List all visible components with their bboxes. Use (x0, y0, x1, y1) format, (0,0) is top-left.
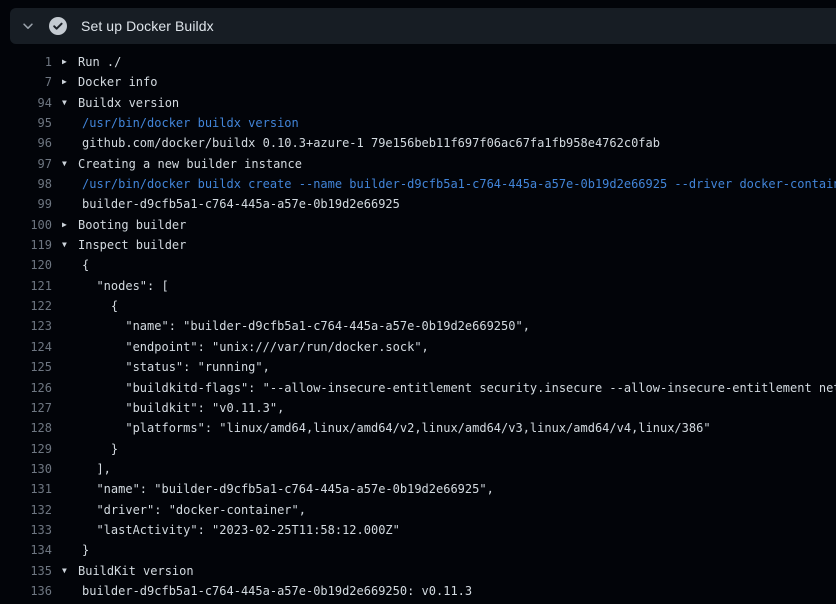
line-number[interactable]: 98 (0, 174, 52, 194)
triangle-down-icon: ▼ (62, 561, 74, 581)
command-text: /usr/bin/docker buildx create --name bui… (82, 174, 836, 194)
triangle-down-icon: ▼ (62, 235, 74, 255)
output-text: "endpoint": "unix:///var/run/docker.sock… (82, 337, 429, 357)
log-line: 127 "buildkit": "v0.11.3", (0, 398, 836, 418)
command-text: /usr/bin/docker buildx version (82, 113, 299, 133)
log-line: 126 "buildkitd-flags": "--allow-insecure… (0, 378, 836, 398)
line-number[interactable]: 7 (0, 72, 52, 92)
log-line: 120 { (0, 255, 836, 275)
log-line[interactable]: 7 ▶Docker info (0, 72, 836, 92)
line-number[interactable]: 100 (0, 215, 52, 235)
line-number[interactable]: 1 (0, 52, 52, 72)
log-line[interactable]: 100 ▶Booting builder (0, 215, 836, 235)
line-number[interactable]: 135 (0, 561, 52, 581)
output-text: builder-d9cfb5a1-c764-445a-a57e-0b19d2e6… (82, 194, 400, 214)
line-number[interactable]: 133 (0, 520, 52, 540)
output-text: { (82, 255, 89, 275)
line-number[interactable]: 97 (0, 154, 52, 174)
output-text: ], (82, 459, 111, 479)
log-line: 125 "status": "running", (0, 357, 836, 377)
triangle-down-icon: ▼ (62, 154, 74, 174)
line-number[interactable]: 119 (0, 235, 52, 255)
group-title: Run ./ (78, 52, 121, 72)
log-line: 134} (0, 540, 836, 560)
line-number[interactable]: 123 (0, 316, 52, 336)
log-line: 136 builder-d9cfb5a1-c764-445a-a57e-0b19d… (0, 581, 836, 601)
log-line: 121 "nodes": [ (0, 276, 836, 296)
log-line[interactable]: 135 ▼BuildKit version (0, 561, 836, 581)
log-line: 130 ], (0, 459, 836, 479)
log-line: 133 "lastActivity": "2023-02-25T11:58:12… (0, 520, 836, 540)
line-number[interactable]: 132 (0, 500, 52, 520)
triangle-down-icon: ▼ (62, 93, 74, 113)
line-number[interactable]: 124 (0, 337, 52, 357)
output-text: builder-d9cfb5a1-c764-445a-a57e-0b19d2e6… (82, 581, 472, 601)
output-text: "platforms": "linux/amd64,linux/amd64/v2… (82, 418, 711, 438)
group-title: BuildKit version (78, 561, 194, 581)
log-line: 99 builder-d9cfb5a1-c764-445a-a57e-0b19d2… (0, 194, 836, 214)
line-number[interactable]: 131 (0, 479, 52, 499)
chevron-down-icon[interactable] (20, 18, 36, 34)
triangle-right-icon: ▶ (62, 72, 74, 92)
line-number[interactable]: 125 (0, 357, 52, 377)
line-number[interactable]: 136 (0, 581, 52, 601)
line-number[interactable]: 95 (0, 113, 52, 133)
output-text: "lastActivity": "2023-02-25T11:58:12.000… (82, 520, 400, 540)
line-number[interactable]: 99 (0, 194, 52, 214)
group-title: Buildx version (78, 93, 179, 113)
line-number[interactable]: 130 (0, 459, 52, 479)
group-title: Booting builder (78, 215, 186, 235)
line-number[interactable]: 126 (0, 378, 52, 398)
output-text: "driver": "docker-container", (82, 500, 306, 520)
log-line: 122 { (0, 296, 836, 316)
check-circle-icon (49, 17, 67, 35)
log-line: 98/usr/bin/docker buildx create --name b… (0, 174, 836, 194)
output-text: } (82, 540, 89, 560)
output-text: "buildkitd-flags": "--allow-insecure-ent… (82, 378, 836, 398)
output-text: "buildkit": "v0.11.3", (82, 398, 284, 418)
group-title: Creating a new builder instance (78, 154, 302, 174)
group-title: Docker info (78, 72, 157, 92)
log-line: 131 "name": "builder-d9cfb5a1-c764-445a-… (0, 479, 836, 499)
log-line: 123 "name": "builder-d9cfb5a1-c764-445a-… (0, 316, 836, 336)
log-line: 129 } (0, 439, 836, 459)
line-number[interactable]: 94 (0, 93, 52, 113)
log-line: 124 "endpoint": "unix:///var/run/docker.… (0, 337, 836, 357)
log-line: 132 "driver": "docker-container", (0, 500, 836, 520)
log-line[interactable]: 97 ▼Creating a new builder instance (0, 154, 836, 174)
line-number[interactable]: 127 (0, 398, 52, 418)
log-area: 1▶Run ./7▶Docker info94▼Buildx version95… (0, 52, 836, 604)
output-text: "name": "builder-d9cfb5a1-c764-445a-a57e… (82, 479, 494, 499)
line-number[interactable]: 128 (0, 418, 52, 438)
line-number[interactable]: 129 (0, 439, 52, 459)
step-title: Set up Docker Buildx (81, 18, 214, 34)
log-line: 128 "platforms": "linux/amd64,linux/amd6… (0, 418, 836, 438)
log-line[interactable]: 94 ▼Buildx version (0, 93, 836, 113)
output-text: "nodes": [ (82, 276, 169, 296)
line-number[interactable]: 121 (0, 276, 52, 296)
output-text: { (82, 296, 118, 316)
log-line: 96 github.com/docker/buildx 0.10.3+azure-… (0, 133, 836, 153)
line-number[interactable]: 120 (0, 255, 52, 275)
output-text: github.com/docker/buildx 0.10.3+azure-1 … (82, 133, 660, 153)
output-text: "name": "builder-d9cfb5a1-c764-445a-a57e… (82, 316, 530, 336)
line-number[interactable]: 96 (0, 133, 52, 153)
triangle-right-icon: ▶ (62, 52, 74, 72)
triangle-right-icon: ▶ (62, 215, 74, 235)
output-text: "status": "running", (82, 357, 270, 377)
output-text: } (82, 439, 118, 459)
line-number[interactable]: 134 (0, 540, 52, 560)
step-header[interactable]: Set up Docker Buildx (10, 8, 836, 44)
line-number[interactable]: 122 (0, 296, 52, 316)
group-title: Inspect builder (78, 235, 186, 255)
log-line[interactable]: 1 ▶Run ./ (0, 52, 836, 72)
log-line[interactable]: 119 ▼Inspect builder (0, 235, 836, 255)
log-line: 95/usr/bin/docker buildx version (0, 113, 836, 133)
